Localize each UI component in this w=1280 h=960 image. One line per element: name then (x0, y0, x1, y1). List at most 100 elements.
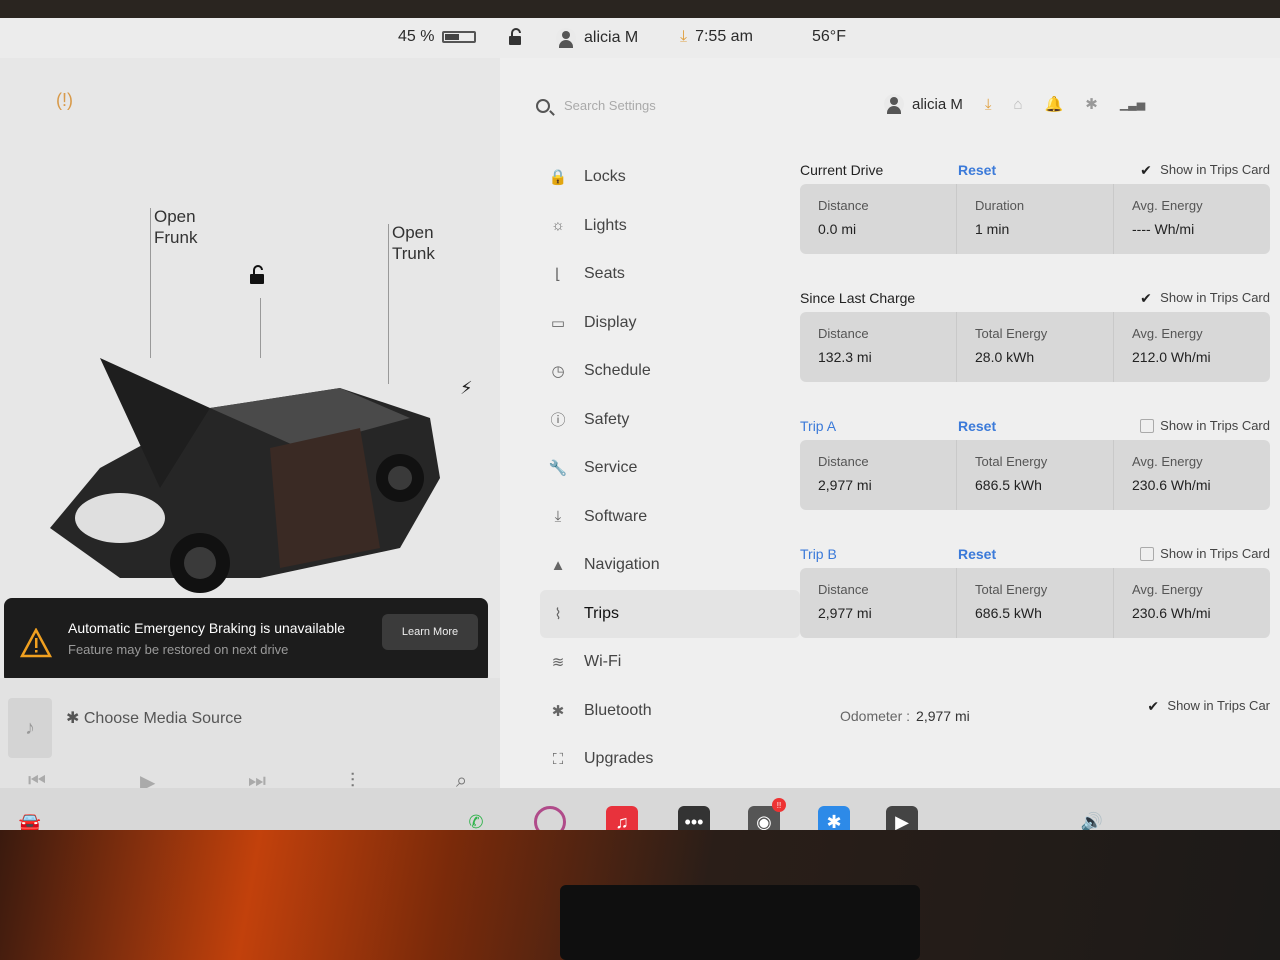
trip-name: Current Drive (800, 162, 884, 178)
trip-header: Current Drive Reset ✔ Show in Trips Card (800, 158, 1270, 182)
trip-header: Since Last Charge ✔ Show in Trips Card (800, 286, 1270, 310)
sidebar-item-upgrades[interactable]: ⛶ Upgrades (540, 735, 800, 784)
checkmark-icon: ✔ (1140, 289, 1152, 306)
trip-stat-label: Avg. Energy (1132, 582, 1203, 597)
display-icon: ▭ (550, 314, 566, 332)
trip-stat-label: Distance (818, 582, 869, 597)
trip-stat-value: 1 min (975, 221, 1010, 237)
wifi-icon: ≋ (551, 654, 565, 672)
sun-icon: ☼ (551, 217, 565, 235)
download-icon: ⤓ (554, 508, 562, 526)
trip-stat-value: 686.5 kWh (975, 605, 1042, 621)
sidebar-item-seats[interactable]: ⌊ Seats (540, 250, 800, 299)
trip-stats-card: Distance 2,977 mi Total Energy 686.5 kWh Avg… (800, 440, 1270, 510)
bluetooth-icon: ✱ (66, 710, 84, 727)
user-profile-button[interactable]: alicia M (556, 28, 638, 48)
settings-user-button[interactable]: alicia M (884, 94, 963, 114)
car-visualization-panel: (!) Open Frunk Open Trunk ⚡ Automatic Em… (0, 58, 500, 698)
trip-section: Current Drive Reset ✔ Show in Trips Card Dis… (800, 158, 1270, 286)
settings-user-name: alicia M (912, 95, 963, 113)
trip-stat-label: Total Energy (975, 582, 1048, 597)
clock-icon: ◷ (551, 363, 565, 381)
trip-stat: Total Energy 686.5 kWh (957, 568, 1114, 638)
odometer-value: 2,977 mi (916, 708, 970, 724)
clock: ⤓ 7:55 am (680, 28, 753, 46)
trip-stat-label: Distance (818, 326, 869, 341)
trip-stat-value: 2,977 mi (818, 477, 872, 493)
sidebar-item-label: Bluetooth (584, 701, 652, 719)
camera-badge: !! (772, 798, 786, 812)
trip-stat: Total Energy 28.0 kWh (957, 312, 1114, 382)
trip-stat-value: 212.0 Wh/mi (1132, 349, 1211, 365)
charge-port-icon[interactable]: ⚡ (460, 378, 473, 399)
trip-stat-label: Avg. Energy (1132, 326, 1203, 341)
garage-icon[interactable]: ⌂ (1014, 96, 1023, 113)
reset-button[interactable]: Reset (958, 418, 996, 434)
trip-stat-value: 230.6 Wh/mi (1132, 477, 1211, 493)
show-in-trips-card-toggle[interactable]: ✔ Show in Trips Card (1140, 290, 1270, 305)
show-in-trips-card-toggle[interactable]: Show in Trips Card (1140, 418, 1270, 433)
trip-stats-card: Distance 2,977 mi Total Energy 686.5 kWh Avg… (800, 568, 1270, 638)
odometer-show-in-trips-toggle[interactable]: ✔ Show in Trips Car (1147, 698, 1270, 713)
learn-more-button[interactable]: Learn More (382, 614, 478, 650)
door-unlock-icon[interactable] (246, 264, 268, 291)
bluetooth-status-icon[interactable]: ✱ (1085, 95, 1098, 113)
choose-media-source-button[interactable]: ✱ Choose Media Source (66, 708, 242, 728)
odometer-label: Odometer : (840, 708, 911, 724)
reset-button[interactable]: Reset (958, 162, 996, 178)
media-source-label: Choose Media Source (83, 710, 243, 727)
time-display: 7:55 am (695, 28, 753, 45)
show-in-trips-card-toggle[interactable]: Show in Trips Card (1140, 546, 1270, 561)
status-bar: 45 % alicia M ⤓ 7:55 am 56°F (0, 18, 1280, 58)
trip-stats-card: Distance 132.3 mi Total Energy 28.0 kWh Avg.… (800, 312, 1270, 382)
search-settings-input[interactable] (564, 98, 784, 113)
temperature-value: 56°F (812, 28, 846, 45)
sidebar-item-trips[interactable]: ⌇ Trips (540, 589, 800, 638)
reset-button[interactable]: Reset (958, 546, 996, 562)
sidebar-item-navigation[interactable]: ▲ Navigation (540, 541, 800, 590)
sidebar-item-software[interactable]: ⤓ Software (540, 493, 800, 542)
sidebar-item-bluetooth[interactable]: ✱ Bluetooth (540, 687, 800, 736)
unlock-icon[interactable] (506, 28, 524, 46)
open-frunk-button[interactable]: Open Frunk (154, 206, 197, 248)
sidebar-item-lights[interactable]: ☼ Lights (540, 202, 800, 251)
settings-panel: alicia M ⤓ ⌂ 🔔 ✱ ▁▃▅ 🔒 Locks ☼ Lights ⌊ Seats… (500, 58, 1280, 798)
sidebar-item-service[interactable]: 🔧 Service (540, 444, 800, 493)
trip-stat-label: Distance (818, 198, 869, 213)
trip-stat-value: 0.0 mi (818, 221, 857, 237)
open-trunk-button[interactable]: Open Trunk (392, 222, 435, 264)
trip-section: Since Last Charge ✔ Show in Trips Card Dist… (800, 286, 1270, 414)
trip-stat-label: Avg. Energy (1132, 198, 1203, 213)
sidebar-item-safety[interactable]: ⓘ Safety (540, 396, 800, 445)
search-settings[interactable] (536, 98, 784, 113)
software-download-icon[interactable]: ⤓ (985, 96, 992, 113)
sidebar-item-label: Seats (584, 265, 625, 283)
checkbox-empty (1140, 418, 1155, 433)
sidebar-item-label: Trips (584, 604, 619, 622)
trip-stat: Avg. Energy 212.0 Wh/mi (1114, 312, 1270, 382)
sidebar-item-label: Display (584, 313, 637, 331)
odometer: Odometer : 2,977 mi (840, 708, 970, 724)
frunk-divider (150, 208, 151, 358)
trip-stat: Distance 0.0 mi (800, 184, 957, 254)
sidebar-item-display[interactable]: ▭ Display (540, 299, 800, 348)
sidebar-item-wi-fi[interactable]: ≋ Wi-Fi (540, 638, 800, 687)
aeb-warning-alert: Automatic Emergency Braking is unavailab… (4, 598, 488, 684)
lock-icon: 🔒 (548, 169, 568, 187)
trips-icon: ⌇ (554, 605, 562, 623)
sidebar-item-locks[interactable]: 🔒 Locks (540, 153, 800, 202)
touchscreen: 45 % alicia M ⤓ 7:55 am 56°F (!) Open Fr… (0, 18, 1280, 838)
trip-stat: Avg. Energy ---- Wh/mi (1114, 184, 1270, 254)
bag-icon: ⛶ (552, 750, 564, 768)
sidebar-item-schedule[interactable]: ◷ Schedule (540, 347, 800, 396)
notification-bell-icon[interactable]: 🔔 (1045, 95, 1064, 113)
trip-header: Trip B Reset Show in Trips Card (800, 542, 1270, 566)
trip-stat-label: Total Energy (975, 326, 1048, 341)
trip-stat-value: ---- Wh/mi (1132, 221, 1195, 237)
trip-stat: Distance 132.3 mi (800, 312, 957, 382)
trip-header: Trip A Reset Show in Trips Card (800, 414, 1270, 438)
trip-stat: Total Energy 686.5 kWh (957, 440, 1114, 510)
trip-section: Trip B Reset Show in Trips Card Distance 2,9… (800, 542, 1270, 670)
show-in-trips-card-toggle[interactable]: ✔ Show in Trips Card (1140, 162, 1270, 177)
settings-nav: 🔒 Locks ☼ Lights ⌊ Seats ▭ Display ◷ Schedule ⓘ Saf… (540, 153, 800, 784)
